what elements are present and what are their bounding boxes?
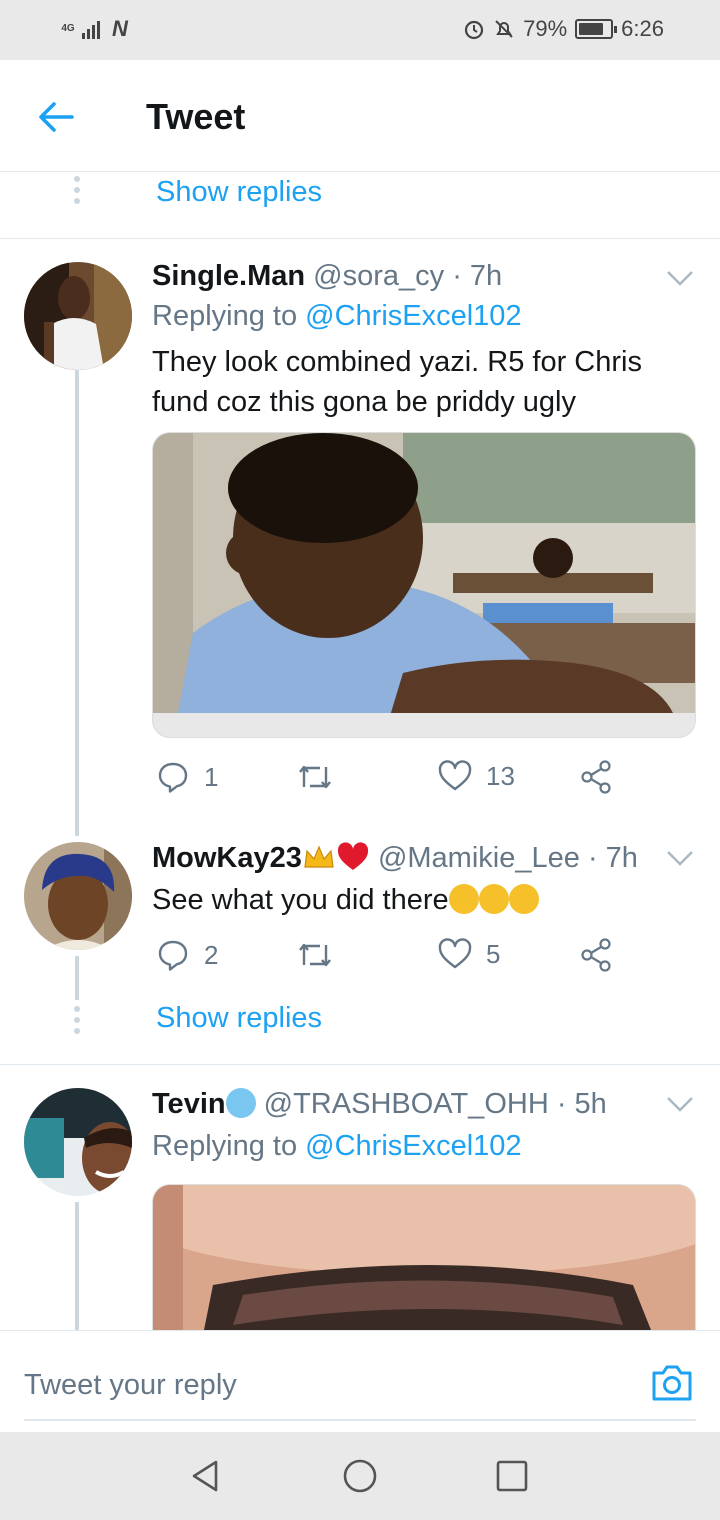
reply-count: 2: [204, 939, 219, 970]
retweet-icon: [299, 943, 331, 967]
tweet-time: · 7h: [587, 842, 638, 874]
tweet-header: Tevin @TRASHBOAT_OHH · 5h: [152, 1088, 607, 1121]
like-button[interactable]: 5: [438, 938, 500, 970]
chevron-down-icon[interactable]: [664, 848, 696, 868]
divider: [0, 238, 720, 239]
like-count: 13: [486, 760, 515, 791]
tweet-actions: 1 13: [152, 760, 622, 804]
mention-link[interactable]: @ChrisExcel102: [305, 300, 521, 332]
user-handle[interactable]: @Mamikie_Lee: [378, 842, 580, 874]
cold-face-emoji-icon: [225, 1088, 256, 1118]
thread-dots: [74, 176, 80, 204]
heart-icon: [438, 760, 472, 791]
chevron-down-icon[interactable]: [664, 1094, 696, 1114]
display-name[interactable]: Tevin: [152, 1088, 226, 1120]
show-replies-row: Show replies: [0, 998, 720, 1064]
share-icon: [581, 760, 611, 794]
share-button[interactable]: [580, 938, 612, 972]
app-bar: Tweet: [0, 60, 720, 172]
system-nav-bar: [0, 1432, 720, 1520]
tweet-actions: 2 5: [152, 938, 622, 982]
show-replies-row: Show replies: [0, 172, 720, 238]
retweet-button[interactable]: [296, 938, 334, 972]
reply-button[interactable]: 1: [156, 760, 218, 794]
battery-percent: 79%: [523, 16, 568, 41]
user-handle[interactable]: @TRASHBOAT_OHH: [264, 1088, 549, 1120]
laughing-emoji-icon: [448, 884, 479, 914]
tweet-time: · 5h: [556, 1088, 607, 1120]
speech-bubble-icon: [158, 762, 188, 793]
network-type: 4G: [61, 23, 75, 34]
tweet-time: · 7h: [452, 260, 503, 292]
clock: 6:26: [621, 16, 664, 41]
tweet-text: See what you did there: [152, 880, 692, 920]
crown-icon: [304, 845, 334, 868]
like-count: 5: [486, 938, 501, 969]
signal-icon: [82, 19, 100, 39]
thread-line: [75, 1202, 79, 1330]
show-replies-link[interactable]: Show replies: [156, 176, 322, 209]
thread-line: [75, 956, 79, 1000]
retweet-icon: [299, 765, 331, 789]
avatar[interactable]: [24, 842, 132, 950]
thread-dots: [74, 1006, 80, 1034]
arrow-left-icon[interactable]: [34, 95, 78, 139]
conversation-timeline[interactable]: Show replies Single.Man @sora_cy · 7h Re…: [0, 172, 720, 1330]
like-button[interactable]: 13: [438, 760, 515, 792]
nav-home-icon[interactable]: [340, 1456, 380, 1496]
reply-input[interactable]: [24, 1351, 696, 1421]
replying-to: Replying to @ChrisExcel102: [152, 1130, 522, 1162]
status-bar: 4G N 79% 6:26: [0, 0, 720, 60]
share-icon: [581, 938, 611, 972]
laughing-emoji-icon: [478, 884, 509, 914]
mention-link[interactable]: @ChrisExcel102: [305, 1130, 521, 1162]
tweet-image[interactable]: [152, 1184, 696, 1330]
user-handle[interactable]: @sora_cy: [313, 260, 444, 292]
reply-count: 1: [204, 761, 219, 792]
mute-icon: [495, 20, 513, 38]
tweet-text: They look combined yazi. R5 for Chris fu…: [152, 346, 642, 418]
thread-line: [75, 370, 79, 836]
tweet-header: Single.Man @sora_cy · 7h: [152, 260, 502, 293]
camera-icon[interactable]: [650, 1363, 694, 1403]
battery-icon: [575, 19, 618, 39]
alarm-icon: [465, 20, 484, 40]
display-name[interactable]: Single.Man: [152, 260, 305, 292]
speech-bubble-icon: [158, 940, 188, 971]
share-button[interactable]: [580, 760, 612, 794]
nfc-icon: N: [112, 16, 128, 41]
heart-icon: [438, 938, 472, 969]
divider: [0, 1064, 720, 1065]
avatar[interactable]: [24, 262, 132, 370]
show-replies-link[interactable]: Show replies: [156, 1002, 322, 1035]
avatar[interactable]: [24, 1088, 132, 1196]
reply-button[interactable]: 2: [156, 938, 218, 972]
tweet-header: MowKay23 @Mamikie_Lee · 7h: [152, 842, 638, 875]
chevron-down-icon[interactable]: [664, 268, 696, 288]
laughing-emoji-icon: [508, 884, 539, 914]
nav-back-icon[interactable]: [186, 1456, 226, 1496]
tweet-image[interactable]: [152, 432, 696, 738]
nav-recents-icon[interactable]: [492, 1456, 532, 1496]
page-title: Tweet: [146, 96, 246, 137]
replying-to: Replying to @ChrisExcel102: [152, 300, 522, 332]
heart-emoji-icon: [337, 842, 368, 870]
display-name[interactable]: MowKay23: [152, 842, 302, 874]
reply-bar: [0, 1330, 720, 1432]
retweet-button[interactable]: [296, 760, 334, 794]
